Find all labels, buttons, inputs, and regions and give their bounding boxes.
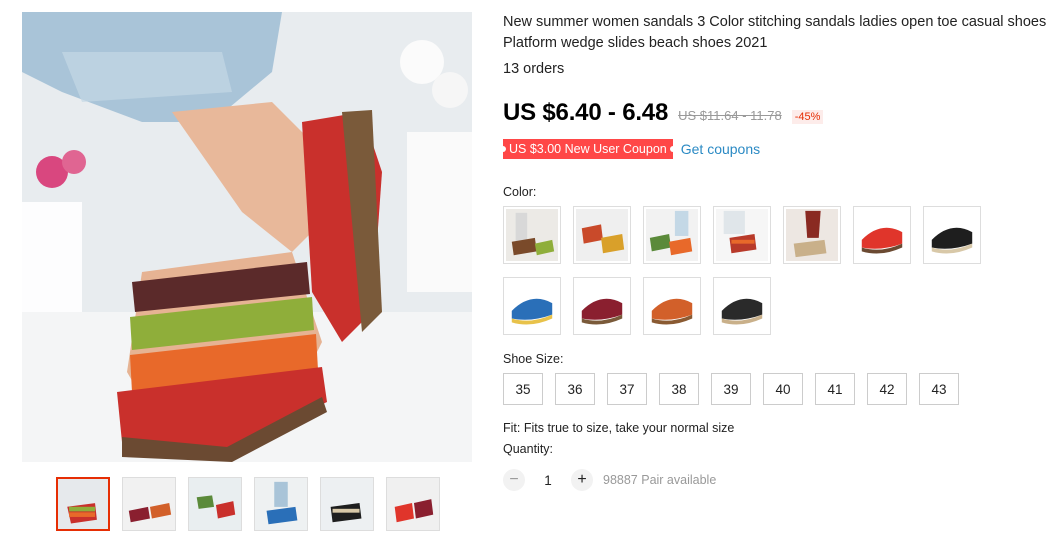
size-option-36[interactable]: 36 bbox=[555, 373, 595, 405]
color-option[interactable] bbox=[923, 206, 981, 264]
sandal-photo bbox=[22, 12, 472, 462]
size-option-42[interactable]: 42 bbox=[867, 373, 907, 405]
thumbnail[interactable] bbox=[386, 477, 440, 531]
stock-available: 98887 Pair available bbox=[603, 473, 717, 487]
sandal-black-icon bbox=[716, 280, 768, 332]
sandal-red-icon bbox=[856, 209, 908, 261]
decrease-quantity-button[interactable]: − bbox=[503, 469, 525, 491]
size-option-39[interactable]: 39 bbox=[711, 373, 751, 405]
color-option[interactable] bbox=[503, 206, 561, 264]
thumbnail[interactable] bbox=[188, 477, 242, 531]
color-option[interactable] bbox=[643, 206, 701, 264]
photo-sandal-multicolor-icon bbox=[646, 209, 698, 261]
sandal-orange-icon bbox=[646, 280, 698, 332]
original-price: US $11.64 - 11.78 bbox=[678, 108, 782, 123]
size-option-38[interactable]: 38 bbox=[659, 373, 699, 405]
discount-badge: -45% bbox=[791, 110, 824, 124]
color-option[interactable] bbox=[783, 206, 841, 264]
get-coupons-link[interactable]: Get coupons bbox=[681, 141, 760, 157]
color-options bbox=[503, 206, 993, 335]
shoe-size-label: Shoe Size: bbox=[503, 352, 564, 366]
product-info: New summer women sandals 3 Color stitchi… bbox=[500, 12, 1054, 491]
sandal-burgundy-icon bbox=[576, 280, 628, 332]
thumbnail[interactable] bbox=[56, 477, 110, 531]
thumbnail[interactable] bbox=[254, 477, 308, 531]
thumbnail[interactable] bbox=[320, 477, 374, 531]
color-option[interactable] bbox=[643, 277, 701, 335]
photo-sandal-multicolor-icon bbox=[786, 209, 838, 261]
color-option[interactable] bbox=[573, 277, 631, 335]
color-option[interactable] bbox=[713, 206, 771, 264]
quantity-stepper: − + 98887 Pair available bbox=[503, 469, 1054, 491]
order-count: 13 orders bbox=[503, 61, 565, 77]
size-option-35[interactable]: 35 bbox=[503, 373, 543, 405]
sandal-black-icon bbox=[926, 209, 978, 261]
size-option-40[interactable]: 40 bbox=[763, 373, 803, 405]
color-option[interactable] bbox=[573, 206, 631, 264]
thumbnail[interactable] bbox=[122, 477, 176, 531]
coupon-row: US $3.00 New User Coupon Get coupons bbox=[500, 139, 1054, 159]
price-row: US $6.40 - 6.48 US $11.64 - 11.78 -45% bbox=[503, 99, 1054, 127]
size-option-43[interactable]: 43 bbox=[919, 373, 959, 405]
increase-quantity-button[interactable]: + bbox=[571, 469, 593, 491]
photo-sandal-multicolor-icon bbox=[716, 209, 768, 261]
color-option[interactable] bbox=[503, 277, 561, 335]
size-options: 35 36 37 38 39 40 41 42 43 bbox=[503, 373, 1054, 405]
photo-sandal-multicolor-icon bbox=[506, 209, 558, 261]
current-price: US $6.40 - 6.48 bbox=[503, 99, 669, 126]
quantity-input[interactable] bbox=[525, 472, 571, 488]
fit-note: Fit: Fits true to size, take your normal… bbox=[503, 421, 735, 435]
product-title: New summer women sandals 3 Color stitchi… bbox=[503, 14, 1047, 51]
size-option-37[interactable]: 37 bbox=[607, 373, 647, 405]
size-option-41[interactable]: 41 bbox=[815, 373, 855, 405]
product-main-image[interactable] bbox=[22, 12, 472, 462]
new-user-coupon-badge[interactable]: US $3.00 New User Coupon bbox=[500, 139, 676, 159]
color-option[interactable] bbox=[853, 206, 911, 264]
photo-sandal-multicolor-icon bbox=[576, 209, 628, 261]
color-option[interactable] bbox=[713, 277, 771, 335]
sandal-blue-icon bbox=[506, 280, 558, 332]
quantity-label: Quantity: bbox=[503, 442, 554, 456]
thumbnail-strip bbox=[56, 477, 440, 531]
color-label: Color: bbox=[503, 185, 537, 199]
